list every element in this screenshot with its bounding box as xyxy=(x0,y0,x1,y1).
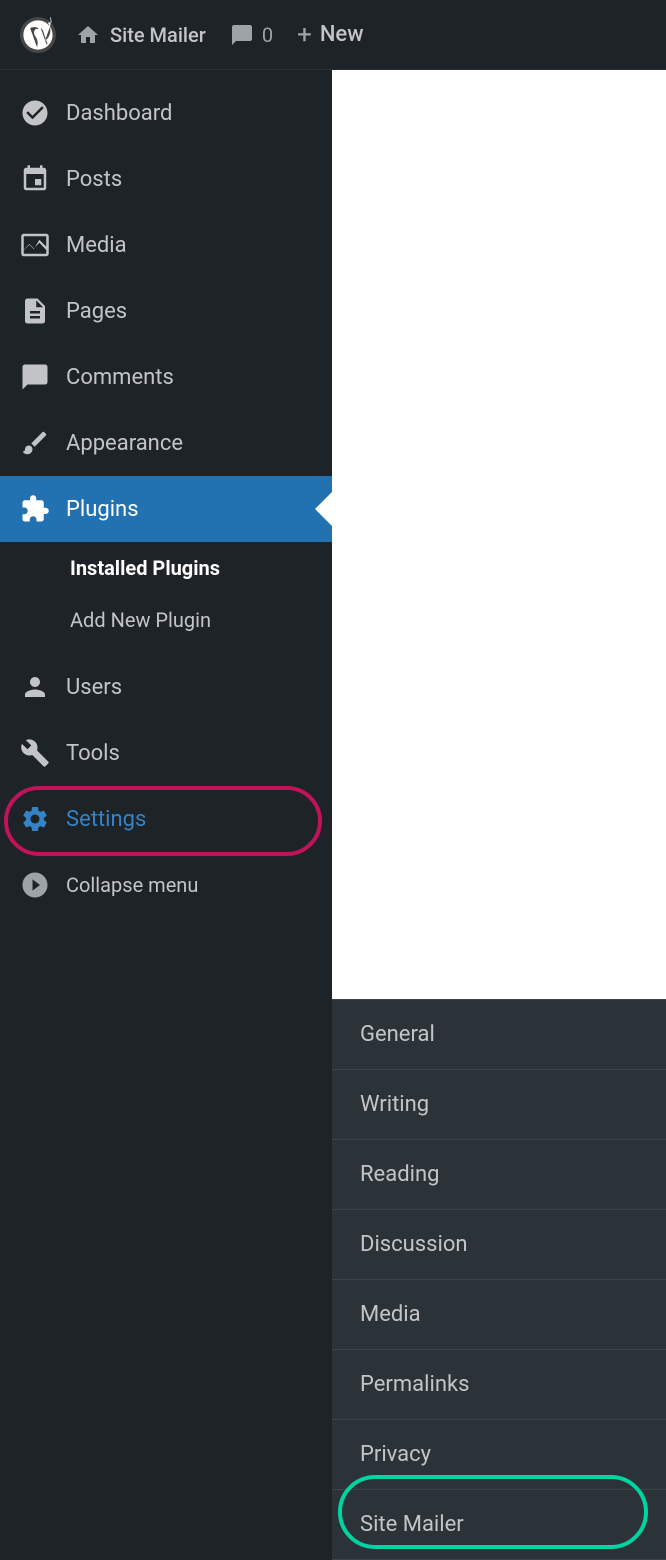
settings-submenu-discussion[interactable]: Discussion xyxy=(332,1210,666,1280)
users-icon xyxy=(20,672,50,702)
admin-bar-comments[interactable]: 0 xyxy=(230,23,273,47)
plugins-submenu: Installed Plugins Add New Plugin xyxy=(0,542,332,654)
plugins-icon xyxy=(20,494,50,524)
settings-submenu-site-mailer[interactable]: Site Mailer xyxy=(332,1490,666,1560)
users-label: Users xyxy=(66,675,122,700)
main-content xyxy=(332,70,666,999)
site-name: Site Mailer xyxy=(110,23,206,47)
plugins-label: Plugins xyxy=(66,497,139,522)
pages-icon xyxy=(20,296,50,326)
settings-submenu-general[interactable]: General xyxy=(332,999,666,1070)
posts-label: Posts xyxy=(66,167,122,192)
comments-icon xyxy=(20,362,50,392)
sidebar-item-users[interactable]: Users xyxy=(0,654,332,720)
settings-icon xyxy=(20,804,50,834)
settings-label: Settings xyxy=(66,807,146,832)
wp-logo[interactable] xyxy=(16,13,60,57)
appearance-label: Appearance xyxy=(66,431,183,456)
admin-bar: Site Mailer 0 + New xyxy=(0,0,666,70)
sidebar-item-appearance[interactable]: Appearance xyxy=(0,410,332,476)
sidebar: Dashboard Posts Media Pages xyxy=(0,70,332,1378)
collapse-icon xyxy=(20,870,50,900)
add-new-plugin-item[interactable]: Add New Plugin xyxy=(0,594,332,646)
sidebar-item-pages[interactable]: Pages xyxy=(0,278,332,344)
collapse-menu[interactable]: Collapse menu xyxy=(0,852,332,918)
settings-submenu-privacy[interactable]: Privacy xyxy=(332,1420,666,1490)
tools-icon xyxy=(20,738,50,768)
media-icon xyxy=(20,230,50,260)
media-label: Media xyxy=(66,233,127,258)
plugins-arrow xyxy=(315,491,333,527)
sidebar-item-settings[interactable]: Settings xyxy=(0,786,332,852)
admin-bar-site[interactable]: Site Mailer xyxy=(76,23,206,47)
sidebar-item-media[interactable]: Media xyxy=(0,212,332,278)
content-area: General Writing Reading Discussion Media… xyxy=(332,70,666,1378)
settings-submenu-permalinks[interactable]: Permalinks xyxy=(332,1350,666,1420)
new-label: New xyxy=(320,22,364,47)
settings-submenu-writing[interactable]: Writing xyxy=(332,1070,666,1140)
pages-label: Pages xyxy=(66,299,127,324)
settings-submenu: General Writing Reading Discussion Media… xyxy=(332,999,666,1560)
dashboard-icon xyxy=(20,98,50,128)
comments-label: Comments xyxy=(66,365,174,390)
dashboard-label: Dashboard xyxy=(66,101,172,126)
main-layout: Dashboard Posts Media Pages xyxy=(0,70,666,1378)
installed-plugins-item[interactable]: Installed Plugins xyxy=(0,542,332,594)
admin-bar-new[interactable]: + New xyxy=(297,20,364,50)
sidebar-item-comments[interactable]: Comments xyxy=(0,344,332,410)
collapse-label: Collapse menu xyxy=(66,873,198,897)
settings-circle-annotation xyxy=(4,786,322,856)
sidebar-item-tools[interactable]: Tools xyxy=(0,720,332,786)
appearance-icon xyxy=(20,428,50,458)
settings-submenu-media[interactable]: Media xyxy=(332,1280,666,1350)
settings-submenu-reading[interactable]: Reading xyxy=(332,1140,666,1210)
sidebar-item-plugins[interactable]: Plugins xyxy=(0,476,332,542)
posts-icon xyxy=(20,164,50,194)
tools-label: Tools xyxy=(66,741,120,766)
sidebar-item-dashboard[interactable]: Dashboard xyxy=(0,80,332,146)
sidebar-item-posts[interactable]: Posts xyxy=(0,146,332,212)
comments-count: 0 xyxy=(262,23,273,47)
